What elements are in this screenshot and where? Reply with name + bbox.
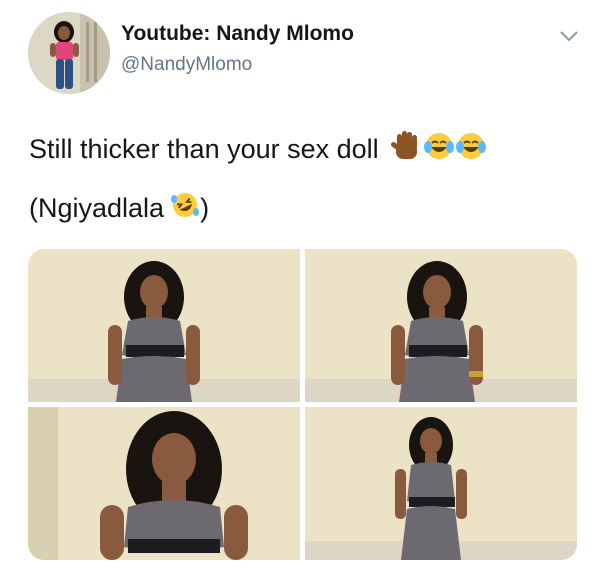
user-handle[interactable]: @NandyMlomo — [121, 54, 252, 76]
media-photo-3[interactable] — [28, 407, 300, 560]
media-photo-1[interactable] — [28, 249, 300, 402]
tweet-text-line-2: (Ngiyadlala ) — [29, 190, 209, 227]
raised-hand-emoji — [390, 130, 421, 169]
media-photo-2[interactable] — [305, 249, 577, 402]
avatar-photo — [28, 12, 110, 94]
media-photo-4[interactable] — [305, 407, 577, 560]
display-name[interactable]: Youtube: Nandy Mlomo — [121, 22, 354, 46]
photo-woman-walking — [305, 407, 577, 560]
tears-of-joy-emoji — [455, 131, 487, 168]
rolling-on-floor-laughing-emoji — [170, 190, 200, 227]
tweet-text: Still thicker than your sex doll — [29, 134, 379, 164]
tweet-text-suffix: ) — [200, 193, 210, 223]
photo-woman-full-body-2 — [305, 249, 577, 402]
profile-avatar[interactable] — [28, 12, 110, 94]
chevron-down-icon[interactable] — [558, 28, 580, 44]
tweet-text-prefix: (Ngiyadlala — [29, 193, 165, 223]
media-grid — [28, 249, 577, 560]
photo-woman-full-body — [28, 249, 300, 402]
tweet-card: Youtube: Nandy Mlomo @NandyMlomo Still t… — [0, 0, 606, 580]
photo-woman-closeup — [28, 407, 300, 560]
tears-of-joy-emoji — [423, 131, 455, 168]
tweet-text-line-1: Still thicker than your sex doll — [29, 130, 487, 169]
